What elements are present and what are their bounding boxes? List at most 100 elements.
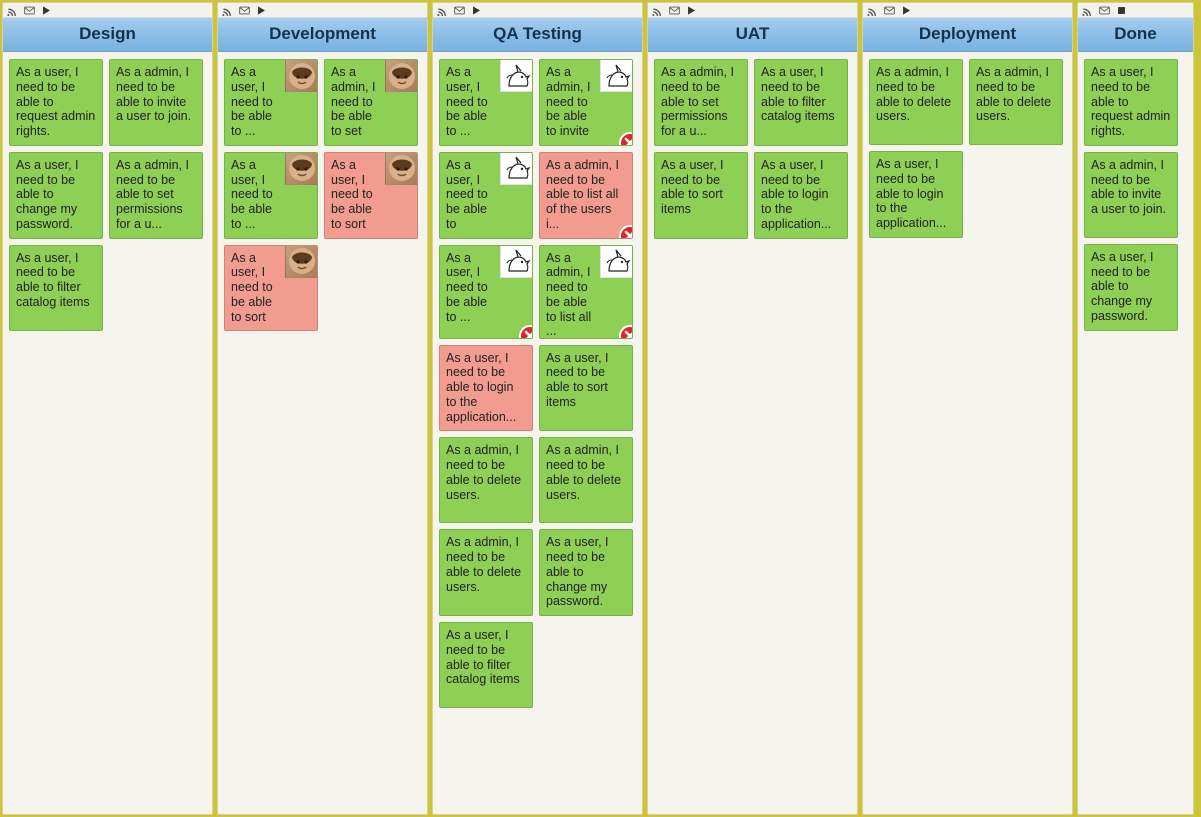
rss-icon[interactable]: [222, 5, 233, 16]
card-text: As a user, I need to be able to filter c…: [16, 251, 96, 310]
column-title[interactable]: Deployment: [863, 17, 1072, 52]
error-icon: [619, 225, 633, 239]
mail-icon[interactable]: [239, 5, 250, 16]
error-icon: [619, 325, 633, 339]
play-icon[interactable]: [471, 5, 482, 16]
stop-icon[interactable]: [1116, 5, 1127, 16]
card[interactable]: As a user, I need to be able to sort: [224, 245, 318, 332]
column-title[interactable]: QA Testing: [433, 17, 642, 52]
card[interactable]: As a user, I need to be able to filter c…: [754, 59, 848, 146]
rss-icon[interactable]: [867, 5, 878, 16]
card[interactable]: As a user, I need to be able to request …: [1084, 59, 1178, 146]
card-text: As a user, I need to be able to ...: [446, 65, 496, 139]
card-text: As a admin, I need to be able to delete …: [546, 443, 626, 502]
avatar[interactable]: [285, 246, 317, 278]
card-text: As a user, I need to be able to login to…: [761, 158, 841, 232]
card[interactable]: As a user, I need to be able to login to…: [869, 151, 963, 238]
column-body[interactable]: As a user, I need to be able to request …: [3, 53, 212, 337]
card-text: As a user, I need to be able to request …: [16, 65, 96, 139]
card[interactable]: As a admin, I need to be able to delete …: [439, 437, 533, 523]
card[interactable]: As a user, I need to be able to ...: [439, 245, 533, 339]
mail-icon[interactable]: [884, 5, 895, 16]
column-title[interactable]: UAT: [648, 17, 857, 52]
error-icon: [619, 132, 633, 146]
card[interactable]: As a user, I need to be able to change m…: [9, 152, 103, 239]
rss-icon[interactable]: [437, 5, 448, 16]
card-text: As a admin, I need to be able to invite: [546, 65, 596, 139]
card[interactable]: As a user, I need to be able to filter c…: [439, 622, 533, 708]
card-text: As a user, I need to be able to change m…: [1091, 250, 1171, 324]
mail-icon[interactable]: [1099, 5, 1110, 16]
card[interactable]: As a admin, I need to be able to delete …: [439, 529, 533, 616]
avatar[interactable]: [500, 246, 532, 278]
card[interactable]: As a user, I need to be able to ...: [224, 152, 318, 239]
card-text: As a user, I need to be able to ...: [446, 251, 496, 325]
card[interactable]: As a user, I need to be able to sort ite…: [539, 345, 633, 432]
play-icon[interactable]: [686, 5, 697, 16]
card[interactable]: As a admin, I need to be able to set: [324, 59, 418, 146]
mail-icon[interactable]: [669, 5, 680, 16]
avatar[interactable]: [500, 153, 532, 185]
card-text: As a admin, I need to be able to delete …: [446, 443, 526, 502]
column-toolbar: [218, 3, 427, 17]
avatar[interactable]: [285, 153, 317, 185]
card[interactable]: As a user, I need to be able to ...: [224, 59, 318, 146]
avatar[interactable]: [385, 153, 417, 185]
column-toolbar: [433, 3, 642, 17]
card[interactable]: As a admin, I need to be able to delete …: [539, 437, 633, 523]
card-text: As a user, I need to be able to ...: [231, 65, 281, 139]
column-body[interactable]: As a admin, I need to be able to set per…: [648, 53, 857, 245]
card[interactable]: As a admin, I need to be able to list al…: [539, 152, 633, 239]
card[interactable]: As a admin, I need to be able to list al…: [539, 245, 633, 339]
play-icon[interactable]: [901, 5, 912, 16]
error-icon: [519, 325, 533, 339]
column-done: Done As a user, I need to be able to requ…: [1077, 2, 1194, 815]
column-toolbar: [3, 3, 212, 17]
card[interactable]: As a admin, I need to be able to set per…: [654, 59, 748, 146]
avatar[interactable]: [600, 246, 632, 278]
play-icon[interactable]: [256, 5, 267, 16]
avatar[interactable]: [600, 60, 632, 92]
column-body[interactable]: As a admin, I need to be able to delete …: [863, 53, 1072, 244]
card[interactable]: As a user, I need to be able to sort: [324, 152, 418, 239]
card[interactable]: As a admin, I need to be able to invite …: [1084, 152, 1178, 238]
rss-icon[interactable]: [652, 5, 663, 16]
card[interactable]: As a admin, I need to be able to delete …: [969, 59, 1063, 145]
card[interactable]: As a user, I need to be able to ...: [439, 59, 533, 146]
card-text: As a admin, I need to be able to delete …: [876, 65, 956, 124]
column-title[interactable]: Design: [3, 17, 212, 52]
avatar[interactable]: [500, 60, 532, 92]
card-text: As a user, I need to be able to ...: [231, 158, 281, 232]
card[interactable]: As a user, I need to be able to filter c…: [9, 245, 103, 331]
card[interactable]: As a user, I need to be able to sort ite…: [654, 152, 748, 239]
card[interactable]: As a user, I need to be able to login to…: [754, 152, 848, 239]
column-title[interactable]: Done: [1078, 17, 1193, 52]
rss-icon[interactable]: [7, 5, 18, 16]
column-title[interactable]: Development: [218, 17, 427, 52]
card[interactable]: As a user, I need to be able to change m…: [1084, 244, 1178, 331]
column-uat: UAT As a admin, I need to be able to set …: [647, 2, 858, 815]
column-deployment: Deployment As a admin, I need to be able …: [862, 2, 1073, 815]
card-text: As a user, I need to be able to request …: [1091, 65, 1171, 139]
card[interactable]: As a admin, I need to be able to set per…: [109, 152, 203, 239]
card[interactable]: As a user, I need to be able to login to…: [439, 345, 533, 432]
mail-icon[interactable]: [454, 5, 465, 16]
rss-icon[interactable]: [1082, 5, 1093, 16]
card-text: As a user, I need to be able to change m…: [16, 158, 96, 232]
column-body[interactable]: As a user, I need to be able to ... As a …: [433, 53, 642, 714]
column-design: Design As a user, I need to be able to re…: [2, 2, 213, 815]
card[interactable]: As a user, I need to be able to: [439, 152, 533, 239]
card[interactable]: As a user, I need to be able to change m…: [539, 529, 633, 616]
column-body[interactable]: As a user, I need to be able to ... As a …: [218, 53, 427, 337]
card[interactable]: As a admin, I need to be able to delete …: [869, 59, 963, 145]
mail-icon[interactable]: [24, 5, 35, 16]
avatar[interactable]: [385, 60, 417, 92]
card-text: As a user, I need to be able to sort ite…: [661, 158, 741, 217]
play-icon[interactable]: [41, 5, 52, 16]
column-toolbar: [1078, 3, 1193, 17]
card[interactable]: As a admin, I need to be able to invite …: [109, 59, 203, 146]
avatar[interactable]: [285, 60, 317, 92]
card[interactable]: As a user, I need to be able to request …: [9, 59, 103, 146]
card[interactable]: As a admin, I need to be able to invite: [539, 59, 633, 146]
column-body[interactable]: As a user, I need to be able to request …: [1078, 53, 1193, 337]
